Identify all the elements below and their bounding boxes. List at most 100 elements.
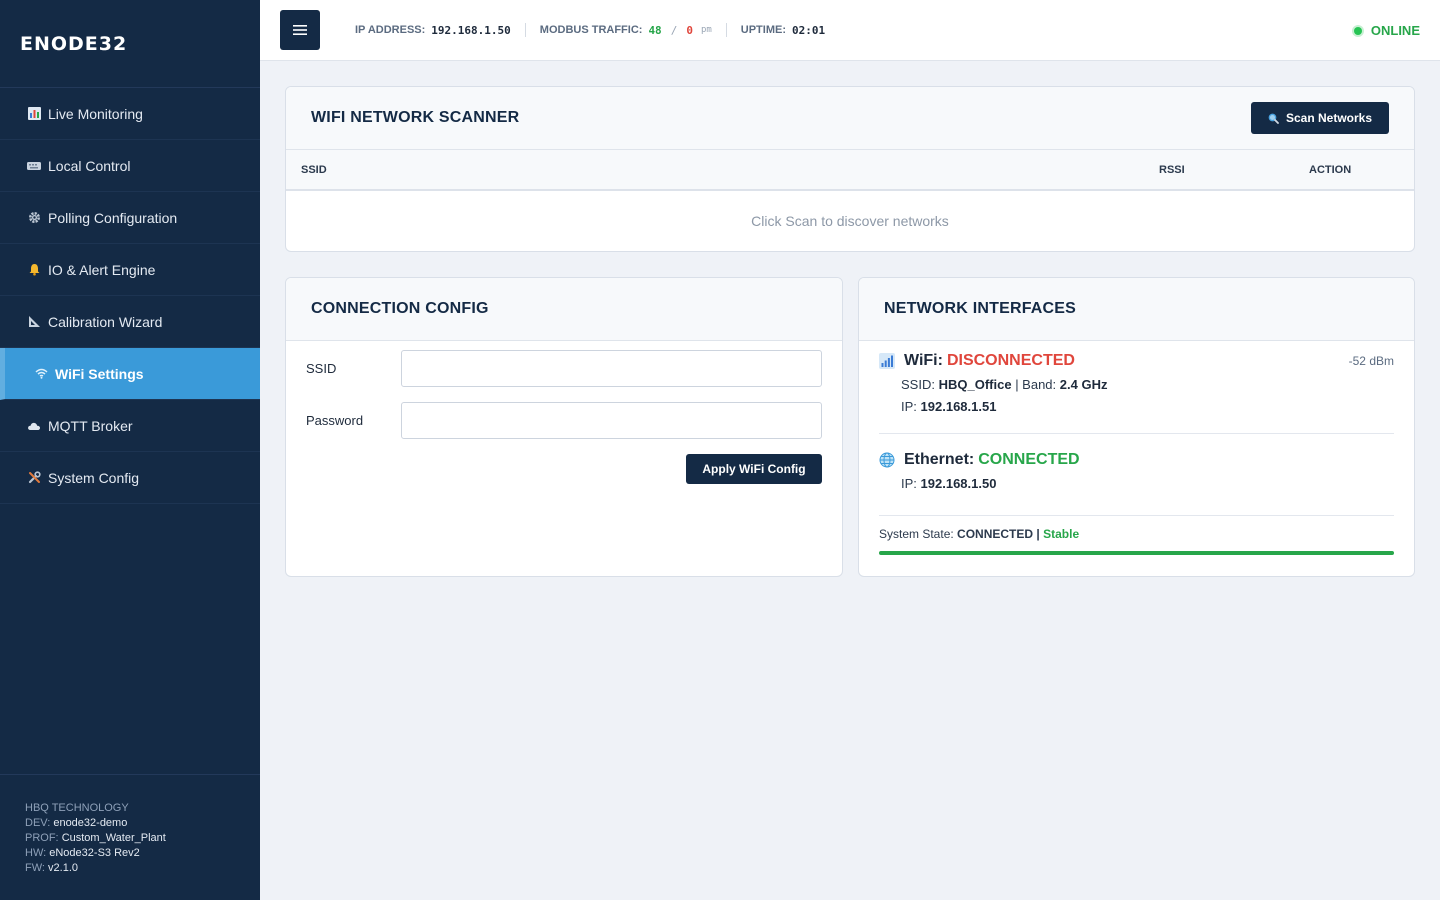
sidebar-item-wifi-settings[interactable]: WiFi Settings	[0, 348, 260, 400]
ethernet-interface: Ethernet: CONNECTED IP: 192.168.1.50	[879, 451, 1394, 491]
cloud-icon	[27, 419, 41, 433]
ip-address-stat: IP ADDRESS: 192.168.1.50	[355, 24, 511, 37]
password-input[interactable]	[401, 402, 822, 439]
wifi-ip-value: 192.168.1.51	[920, 399, 997, 414]
ethernet-ip-label: IP:	[901, 476, 917, 491]
wifi-ip: IP: 192.168.1.51	[901, 399, 1394, 414]
online-status: ONLINE	[1353, 23, 1420, 38]
system-state-quality: Stable	[1043, 527, 1080, 541]
password-row: Password	[306, 402, 822, 439]
triangle-ruler-icon	[27, 315, 41, 329]
sidebar-item-system-config[interactable]: System Config	[0, 452, 260, 504]
wifi-interface-name: WiFi:	[904, 352, 943, 369]
system-state-separator: |	[1036, 527, 1040, 541]
prof-value: Custom_Water_Plant	[61, 832, 166, 844]
password-label: Password	[306, 413, 364, 428]
system-health-bar	[879, 551, 1394, 555]
system-state: System State: CONNECTED | Stable	[879, 527, 1079, 541]
modbus-traffic-stat: MODBUS TRAFFIC: 48 / 0 pm	[540, 24, 712, 37]
fw-value: v2.1.0	[48, 862, 78, 874]
ip-address-value: 192.168.1.50	[431, 23, 511, 37]
device-fw: FW: v2.1.0	[25, 861, 260, 876]
brand-logo: ENODE32	[0, 0, 260, 88]
hw-label: HW:	[25, 847, 47, 859]
network-interfaces-title: NETWORK INTERFACES	[859, 278, 1414, 341]
sidebar-item-local-control[interactable]: Local Control	[0, 140, 260, 192]
tools-icon	[27, 471, 41, 485]
sidebar-item-label: WiFi Settings	[55, 365, 144, 382]
uptime-stat: UPTIME: 02:01	[741, 24, 825, 37]
scanner-table-header: SSID RSSI ACTION	[286, 150, 1414, 191]
sidebar: ENODE32 Live Monitoring Local Control Po…	[0, 0, 260, 900]
search-icon	[1268, 113, 1279, 124]
scan-networks-label: Scan Networks	[1285, 111, 1373, 125]
company-name: HBQ TECHNOLOGY	[25, 802, 129, 814]
prof-label: PROF:	[25, 832, 59, 844]
sidebar-item-label: System Config	[48, 469, 140, 486]
top-bar: IP ADDRESS: 192.168.1.50 MODBUS TRAFFIC:…	[260, 0, 1440, 61]
hw-value: eNode32-S3 Rev2	[49, 847, 140, 859]
divider	[524, 23, 526, 37]
ethernet-ip-value: 192.168.1.50	[920, 476, 997, 491]
keyboard-icon	[27, 159, 41, 173]
ssid-input[interactable]	[401, 350, 822, 387]
sidebar-item-mqtt-broker[interactable]: MQTT Broker	[0, 400, 260, 452]
wifi-status: DISCONNECTED	[946, 352, 1075, 369]
dev-value: enode32-demo	[53, 817, 128, 829]
device-dev: DEV: enode32-demo	[25, 816, 260, 831]
modbus-slash: /	[670, 23, 678, 37]
sidebar-item-label: Calibration Wizard	[48, 313, 163, 330]
modbus-ok-count: 48	[648, 23, 662, 37]
wifi-rssi: -52 dBm	[1348, 354, 1394, 368]
ethernet-ip: IP: 192.168.1.50	[901, 476, 1394, 491]
divider	[879, 433, 1394, 434]
wifi-scanner-title: WIFI NETWORK SCANNER	[286, 87, 1414, 150]
column-rssi: RSSI	[1159, 164, 1185, 176]
divider	[879, 515, 1394, 516]
scanner-empty-message: Click Scan to discover networks	[751, 213, 949, 229]
signal-bars-icon	[879, 352, 896, 370]
sidebar-item-live-monitoring[interactable]: Live Monitoring	[0, 88, 260, 140]
column-ssid: SSID	[301, 164, 327, 176]
sidebar-item-calibration-wizard[interactable]: Calibration Wizard	[0, 296, 260, 348]
sidebar-item-label: Polling Configuration	[48, 209, 178, 226]
ethernet-status: CONNECTED	[978, 451, 1080, 468]
wifi-interface: WiFi: DISCONNECTED SSID: HBQ_Office | Ba…	[879, 352, 1394, 414]
uptime-value: 02:01	[792, 23, 826, 37]
apply-wifi-config-button[interactable]: Apply WiFi Config	[686, 454, 822, 484]
ssid-row: SSID	[306, 350, 822, 387]
globe-icon	[879, 452, 896, 469]
wifi-scanner-card: WIFI NETWORK SCANNER Scan Networks SSID …	[285, 86, 1415, 252]
fw-label: FW:	[25, 862, 45, 874]
modbus-unit: pm	[700, 25, 712, 35]
sidebar-item-label: IO & Alert Engine	[48, 261, 156, 278]
bar-chart-icon	[27, 107, 41, 121]
wifi-icon	[34, 367, 48, 381]
wifi-details: SSID: HBQ_Office | Band: 2.4 GHz	[901, 377, 1394, 392]
sidebar-item-polling-configuration[interactable]: Polling Configuration	[0, 192, 260, 244]
wifi-ssid-label: SSID:	[901, 377, 935, 392]
hamburger-icon	[293, 25, 307, 35]
uptime-label: UPTIME:	[740, 24, 787, 36]
modbus-error-count: 0	[686, 23, 693, 37]
gear-icon	[27, 211, 41, 225]
scan-networks-button[interactable]: Scan Networks	[1251, 102, 1389, 134]
system-state-label: System State:	[879, 527, 954, 541]
device-hw: HW: eNode32-S3 Rev2	[25, 846, 260, 861]
system-state-value: CONNECTED	[957, 527, 1034, 541]
wifi-band-label: | Band:	[1015, 377, 1057, 392]
wifi-band-value: 2.4 GHz	[1059, 377, 1108, 392]
system-health-fill	[879, 551, 1394, 555]
device-info: HBQ TECHNOLOGY DEV: enode32-demo PROF: C…	[0, 774, 260, 900]
online-status-label: ONLINE	[1370, 23, 1420, 38]
network-interfaces-card: NETWORK INTERFACES WiFi: DISCONNECTED SS…	[858, 277, 1415, 577]
ip-address-label: IP ADDRESS:	[355, 24, 426, 36]
sidebar-item-label: MQTT Broker	[48, 417, 133, 434]
connection-config-title: CONNECTION CONFIG	[286, 278, 842, 341]
menu-toggle-button[interactable]	[280, 10, 320, 50]
bell-icon	[27, 263, 41, 277]
wifi-ssid-value: HBQ_Office	[938, 377, 1012, 392]
sidebar-item-io-alert-engine[interactable]: IO & Alert Engine	[0, 244, 260, 296]
column-action: ACTION	[1309, 164, 1352, 176]
wifi-ip-label: IP:	[901, 399, 917, 414]
